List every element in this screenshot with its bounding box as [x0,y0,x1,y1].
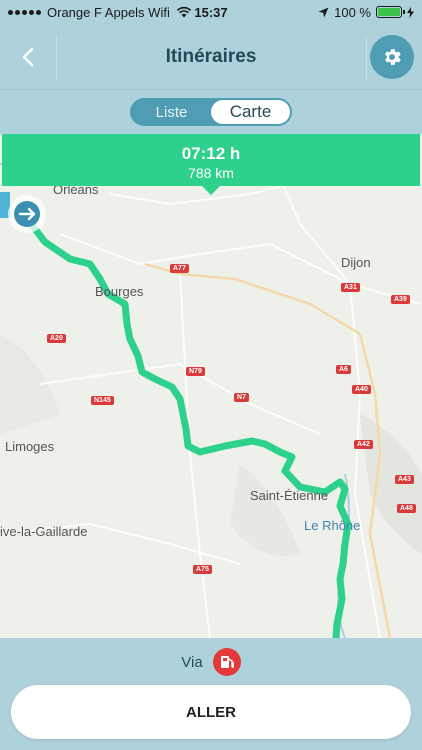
bottom-panel: Via ALLER [0,638,422,750]
battery-percentage: 100 % [334,4,371,20]
route-duration: 07:12 h [181,144,241,163]
road-shield: A39 [391,295,410,304]
go-button[interactable]: ALLER [11,685,411,739]
city-label: Saint-Étienne [250,488,329,503]
via-row: Via [0,648,422,676]
header-divider [56,36,57,80]
view-toggle[interactable]: Liste Carte [130,98,292,126]
road-shield: A6 [336,365,351,374]
wifi-icon [176,6,191,18]
road-shield: A48 [397,504,416,513]
chevron-left-icon [22,47,34,67]
charging-icon [407,6,414,18]
banner-pointer [201,185,221,195]
view-toggle-bar: Liste Carte [0,90,422,134]
via-label: Via [181,653,203,671]
map-view-option[interactable]: Carte [211,100,290,124]
gear-icon [385,49,401,65]
start-location-marker[interactable] [0,188,48,242]
city-label: Limoges [5,439,55,454]
route-line [24,216,352,638]
page-title: Itinéraires [165,46,257,67]
status-bar: Orange F Appels Wifi 15:37 100 % [0,0,422,24]
back-button[interactable] [0,24,56,90]
battery-icon [376,6,405,18]
location-arrow-icon [318,7,329,17]
settings-button[interactable] [370,35,414,79]
road-shield: A20 [47,334,66,343]
road-shield: A40 [352,385,371,394]
road-shield: A42 [354,440,373,449]
gas-station-icon[interactable] [212,648,241,676]
route-map[interactable]: Orléans Bourges Dijon Limoges Saint-Étie… [0,134,422,638]
list-view-option[interactable]: Liste [132,100,211,124]
app-header: Itinéraires [0,24,422,90]
road-shield: N145 [91,396,114,405]
road-shield: A77 [170,264,189,273]
road-shield: N7 [234,393,249,402]
route-summary-banner: 07:12 h 788 km [2,134,420,195]
carrier-name: Orange F Appels Wifi [47,4,170,20]
river-label: Le Rhône [304,518,361,533]
road-shield: A43 [395,475,414,484]
signal-icon [8,9,41,15]
city-label: Bourges [95,284,144,299]
route-distance: 788 km [188,165,234,181]
city-label: ive-la-Gaillarde [0,524,88,539]
city-label: Dijon [341,255,371,270]
road-shield: A31 [341,283,360,292]
road-shield: A75 [193,565,212,574]
header-divider [366,36,367,80]
road-shield: N79 [186,367,205,376]
